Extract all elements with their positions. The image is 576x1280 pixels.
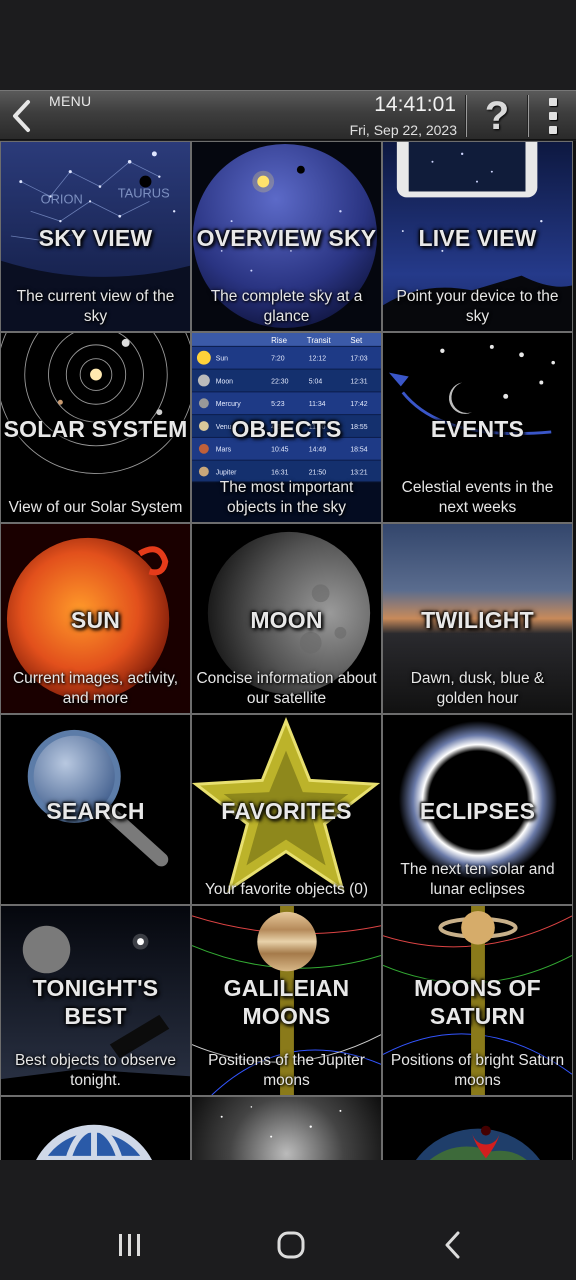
tile-description: Point your device to the sky [396,288,559,325]
chevron-left-icon [13,100,30,132]
tile-description: Concise information about our satellite [196,670,377,707]
tile-description: The complete sky at a glance [210,288,363,325]
tile-twilight[interactable]: TWILIGHT Dawn, dusk, blue & golden hour [382,523,573,714]
svg-text:12:12: 12:12 [309,356,326,363]
home-button[interactable] [251,1200,331,1280]
svg-text:Sun: Sun [216,356,228,363]
tile-milky-way[interactable] [191,1096,382,1160]
tile-sun[interactable]: SUN Current images, activity, and more [0,523,191,714]
tile-events[interactable]: EVENTS Celestial events in the next week… [382,332,573,523]
tile-solar-system[interactable]: SOLAR SYSTEM View of our Solar System [0,332,191,523]
tile-description: Positions of bright Saturn moons [390,1052,565,1089]
system-navigation-bar [0,1160,576,1280]
tile-search[interactable]: SEARCH [0,714,191,905]
tile-description: View of our Solar System [8,499,183,516]
svg-text:Jupiter: Jupiter [216,470,237,477]
status-bar-area [0,0,576,90]
tile-title: ECLIPSES [419,798,536,824]
menu-grid: ORION TAURUS SKY VIEW The current view o… [0,141,576,1160]
tile-eclipses[interactable]: ECLIPSES The next ten solar and lunar ec… [382,714,573,905]
chevron-left-icon [445,1231,460,1259]
svg-text:16:31: 16:31 [271,470,288,477]
help-button[interactable]: ? [468,91,526,141]
help-icon: ? [484,93,510,138]
tile-title: OVERVIEW SKY [196,225,377,251]
tile-globe[interactable] [0,1096,191,1160]
svg-text:13:21: 13:21 [350,470,367,477]
back-button[interactable] [0,91,42,141]
sky-label-orion: ORION [41,191,83,206]
tile-title: SOLAR SYSTEM [3,416,188,442]
tile-title: OBJECTS [231,416,342,442]
tile-moons-of-saturn[interactable]: MOONS OF SATURN Positions of bright Satu… [382,905,573,1096]
svg-text:5:23: 5:23 [271,401,285,408]
tile-overview-sky[interactable]: OVERVIEW SKY The complete sky at a glanc… [191,141,382,332]
tile-title: TWILIGHT [421,607,534,633]
earth-location-art [383,1097,572,1160]
svg-text:Transit: Transit [307,336,332,345]
svg-text:14:49: 14:49 [309,447,326,454]
tile-tonights-best[interactable]: TONIGHT'S BEST Best objects to observe t… [0,905,191,1096]
menu-label[interactable]: MENU [49,93,91,109]
home-icon [277,1231,305,1259]
system-back-button[interactable] [413,1200,493,1280]
tile-title: LIVE VIEW [418,225,537,251]
top-toolbar: MENU 14:41:01 Fri, Sep 22, 2023 ? [0,90,576,140]
tile-title: MOONS OF SATURN [414,975,541,1029]
tile-title: GALILEIAN MOONS [223,975,350,1029]
svg-text:11:34: 11:34 [309,401,326,408]
tile-title: SKY VIEW [38,225,153,251]
svg-text:Set: Set [350,336,363,345]
svg-text:10:45: 10:45 [271,447,288,454]
tile-title: SEARCH [46,798,145,824]
tile-title: EVENTS [430,416,525,442]
tile-live-view[interactable]: LIVE VIEW Point your device to the sky [382,141,573,332]
tile-description: Dawn, dusk, blue & golden hour [410,670,545,707]
tile-location[interactable] [382,1096,573,1160]
sky-label-taurus: TAURUS [118,185,170,200]
tile-galileian-moons[interactable]: GALILEIAN MOONS Positions of the Jupiter… [191,905,382,1096]
svg-text:Rise: Rise [271,336,287,345]
more-options-button[interactable] [530,91,576,141]
svg-text:17:03: 17:03 [350,356,367,363]
tile-objects[interactable]: Rise Transit Set Sun 7:20 12:12 17:03 Moon 2… [191,332,382,523]
svg-text:7:20: 7:20 [271,356,285,363]
tile-title: FAVORITES [221,798,352,824]
tile-title: TONIGHT'S BEST [32,975,159,1029]
toolbar-divider [527,95,529,137]
tile-description: Celestial events in the next weeks [401,479,554,516]
tile-moon[interactable]: MOON Concise information about our satel… [191,523,382,714]
svg-text:18:54: 18:54 [350,447,367,454]
svg-text:5:04: 5:04 [309,378,323,385]
tile-title: SUN [70,607,121,633]
svg-text:Mars: Mars [216,447,232,454]
recent-apps-button[interactable] [90,1200,170,1280]
recent-apps-icon [119,1234,140,1256]
tile-description: The most important objects in the sky [219,479,354,516]
tile-description: The current view of the sky [16,288,175,325]
tile-sky-view[interactable]: ORION TAURUS SKY VIEW The current view o… [0,141,191,332]
dot-icon [549,98,557,106]
milky-way-art [192,1097,381,1160]
tile-description: Positions of the Jupiter moons [208,1052,365,1089]
svg-text:Moon: Moon [216,378,233,385]
dot-icon [549,112,557,120]
tile-description: The next ten solar and lunar eclipses [400,861,555,898]
tile-description: Current images, activity, and more [12,670,179,707]
tile-description: Best objects to observe tonight. [14,1052,177,1089]
tile-title: MOON [250,607,323,633]
tile-favorites[interactable]: FAVORITES Your favorite objects (0) [191,714,382,905]
svg-text:Mercury: Mercury [216,401,241,408]
clock-date: Fri, Sep 22, 2023 [349,122,457,138]
toolbar-divider [465,95,467,137]
svg-text:21:50: 21:50 [309,470,326,477]
clock-time: 14:41:01 [374,93,456,116]
globe-art [1,1097,190,1160]
tile-description: Your favorite objects (0) [204,881,369,898]
svg-text:22:30: 22:30 [271,378,288,385]
dot-icon [549,126,557,134]
svg-text:12:31: 12:31 [350,378,367,385]
svg-text:17:42: 17:42 [350,401,367,408]
